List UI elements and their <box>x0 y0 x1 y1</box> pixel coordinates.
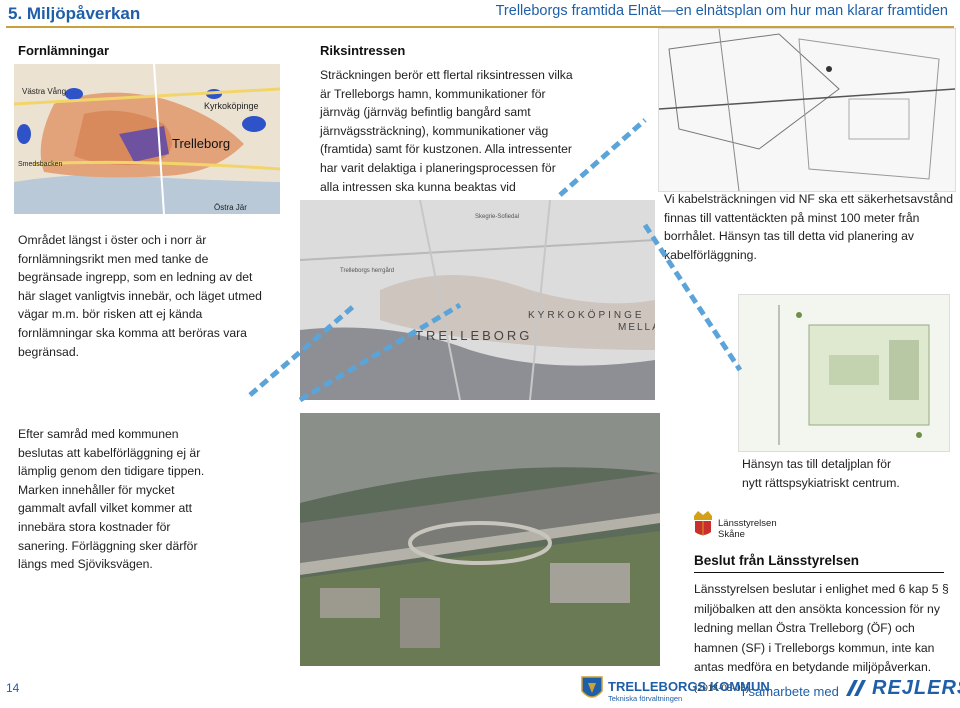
lansstyrelsen-heading: Beslut från Länsstyrelsen <box>694 553 860 568</box>
crown-icon <box>694 511 712 536</box>
lansstyrelsen-logo: Länsstyrelsen Skåne <box>692 508 777 543</box>
kommun-sub: Tekniska förvaltningen <box>608 694 683 703</box>
samrad-text: Efter samråd med kommunen beslutas att k… <box>18 427 205 572</box>
lansstyrelsen-logo-line2: Skåne <box>718 529 745 540</box>
arrow-from-plan <box>642 223 743 372</box>
arrow-to-nf-plan <box>558 118 647 197</box>
detaljplan-text: Hänsyn tas till detaljplan för nytt rätt… <box>742 457 900 490</box>
rejlers-stripes-icon <box>846 680 866 696</box>
lansstyrelsen-logo-line1: Länsstyrelsen <box>718 518 777 529</box>
rejlers-wordmark: REJLERS <box>872 677 960 699</box>
arrow-to-map <box>248 303 357 397</box>
rejlers-logo: REJLERS <box>844 677 960 703</box>
trelleborg-kommun-logo: TRELLEBORGS KOMMUN Tekniska förvaltninge… <box>580 675 770 708</box>
page-number: 14 <box>6 681 20 695</box>
kommun-crest-icon <box>581 676 603 698</box>
lansstyrelsen-decision: Länsstyrelsen beslutar i enlighet med 6 … <box>694 582 949 675</box>
arrow-aerial <box>298 302 462 403</box>
samarbete-text: i samarbete med <box>742 684 839 699</box>
lansstyrelsen-divider <box>694 572 944 573</box>
